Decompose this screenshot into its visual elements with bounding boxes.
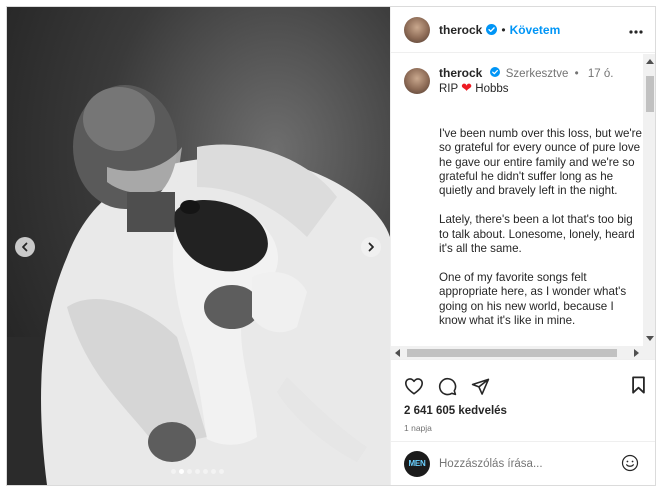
caption-username[interactable]: therock	[439, 66, 482, 80]
edited-label: Szerkesztve	[505, 68, 569, 80]
photo-illustration	[7, 85, 390, 485]
comment-bar: MEN	[391, 441, 655, 485]
caption-author-avatar[interactable]	[404, 68, 430, 94]
carousel-dot	[203, 469, 208, 474]
caption-area: therock Szerkesztve • 17 ó. RIP ❤ Hobbs	[391, 54, 643, 344]
carousel-dot	[219, 469, 224, 474]
vertical-scrollbar[interactable]	[643, 54, 655, 346]
bookmark-icon[interactable]	[631, 376, 646, 399]
carousel-dot	[179, 469, 184, 474]
verified-badge-icon	[489, 67, 500, 77]
carousel-indicator	[171, 469, 224, 474]
more-options-icon[interactable]	[629, 21, 643, 39]
carousel-next-button[interactable]	[361, 237, 381, 257]
heart-icon: ❤	[461, 80, 473, 95]
carousel-dot	[211, 469, 216, 474]
comment-input[interactable]	[439, 457, 589, 470]
caption-title: RIP ❤ Hobbs	[439, 81, 613, 96]
post-dialog: therock • Követem therock Szerkesztve • …	[6, 6, 656, 486]
carousel-dot	[187, 469, 192, 474]
author-avatar[interactable]	[404, 16, 430, 43]
horizontal-scroll-thumb[interactable]	[407, 349, 617, 357]
post-header: therock • Követem	[391, 7, 655, 53]
scroll-left-arrow-icon[interactable]	[395, 349, 400, 357]
horizontal-scrollbar[interactable]	[391, 346, 655, 360]
caption-text: I've been numb over this loss, but we're…	[439, 98, 643, 328]
caption-separator: •	[574, 68, 579, 80]
caption-paragraph: Lately, there's been a lot that's too bi…	[439, 213, 635, 256]
like-heart-icon[interactable]	[404, 377, 424, 395]
caption-header: therock Szerkesztve • 17 ó. RIP ❤ Hobbs	[404, 66, 643, 96]
caption-title-rip: RIP	[439, 83, 458, 95]
comment-bubble-icon[interactable]	[438, 377, 457, 396]
caption-title-name: Hobbs	[475, 83, 509, 95]
commenter-avatar: MEN	[404, 450, 430, 477]
likes-count[interactable]: 2 641 605 kedvelés	[404, 405, 507, 417]
vertical-scroll-thumb[interactable]	[646, 76, 654, 112]
scroll-up-arrow-icon[interactable]	[646, 59, 654, 64]
caption-age[interactable]: 17 ó.	[588, 68, 614, 80]
header-separator: •	[501, 22, 506, 37]
caption-paragraph: One of my favorite songs felt appropriat…	[439, 270, 627, 328]
verified-badge-icon	[486, 24, 498, 35]
carousel-dot	[195, 469, 200, 474]
share-paper-plane-icon[interactable]	[471, 377, 490, 396]
post-date[interactable]: 1 napja	[404, 423, 432, 433]
follow-button[interactable]: Követem	[510, 23, 561, 37]
scroll-down-arrow-icon[interactable]	[646, 336, 654, 341]
post-photo[interactable]	[7, 7, 390, 485]
commenter-avatar-text: MEN	[408, 459, 426, 468]
post-actions	[404, 373, 646, 399]
carousel-prev-button[interactable]	[15, 237, 35, 257]
caption-paragraph: I've been numb over this loss, but we're…	[439, 126, 642, 198]
carousel-dot	[171, 469, 176, 474]
caption-meta: therock Szerkesztve • 17 ó. RIP ❤ Hobbs	[439, 66, 613, 96]
chevron-left-icon	[22, 242, 28, 252]
chevron-right-icon	[368, 242, 374, 252]
emoji-smiley-icon[interactable]	[621, 454, 639, 477]
author-username[interactable]: therock	[439, 23, 482, 37]
post-side-panel: therock • Követem therock Szerkesztve • …	[390, 7, 655, 485]
scroll-right-arrow-icon[interactable]	[634, 349, 639, 357]
